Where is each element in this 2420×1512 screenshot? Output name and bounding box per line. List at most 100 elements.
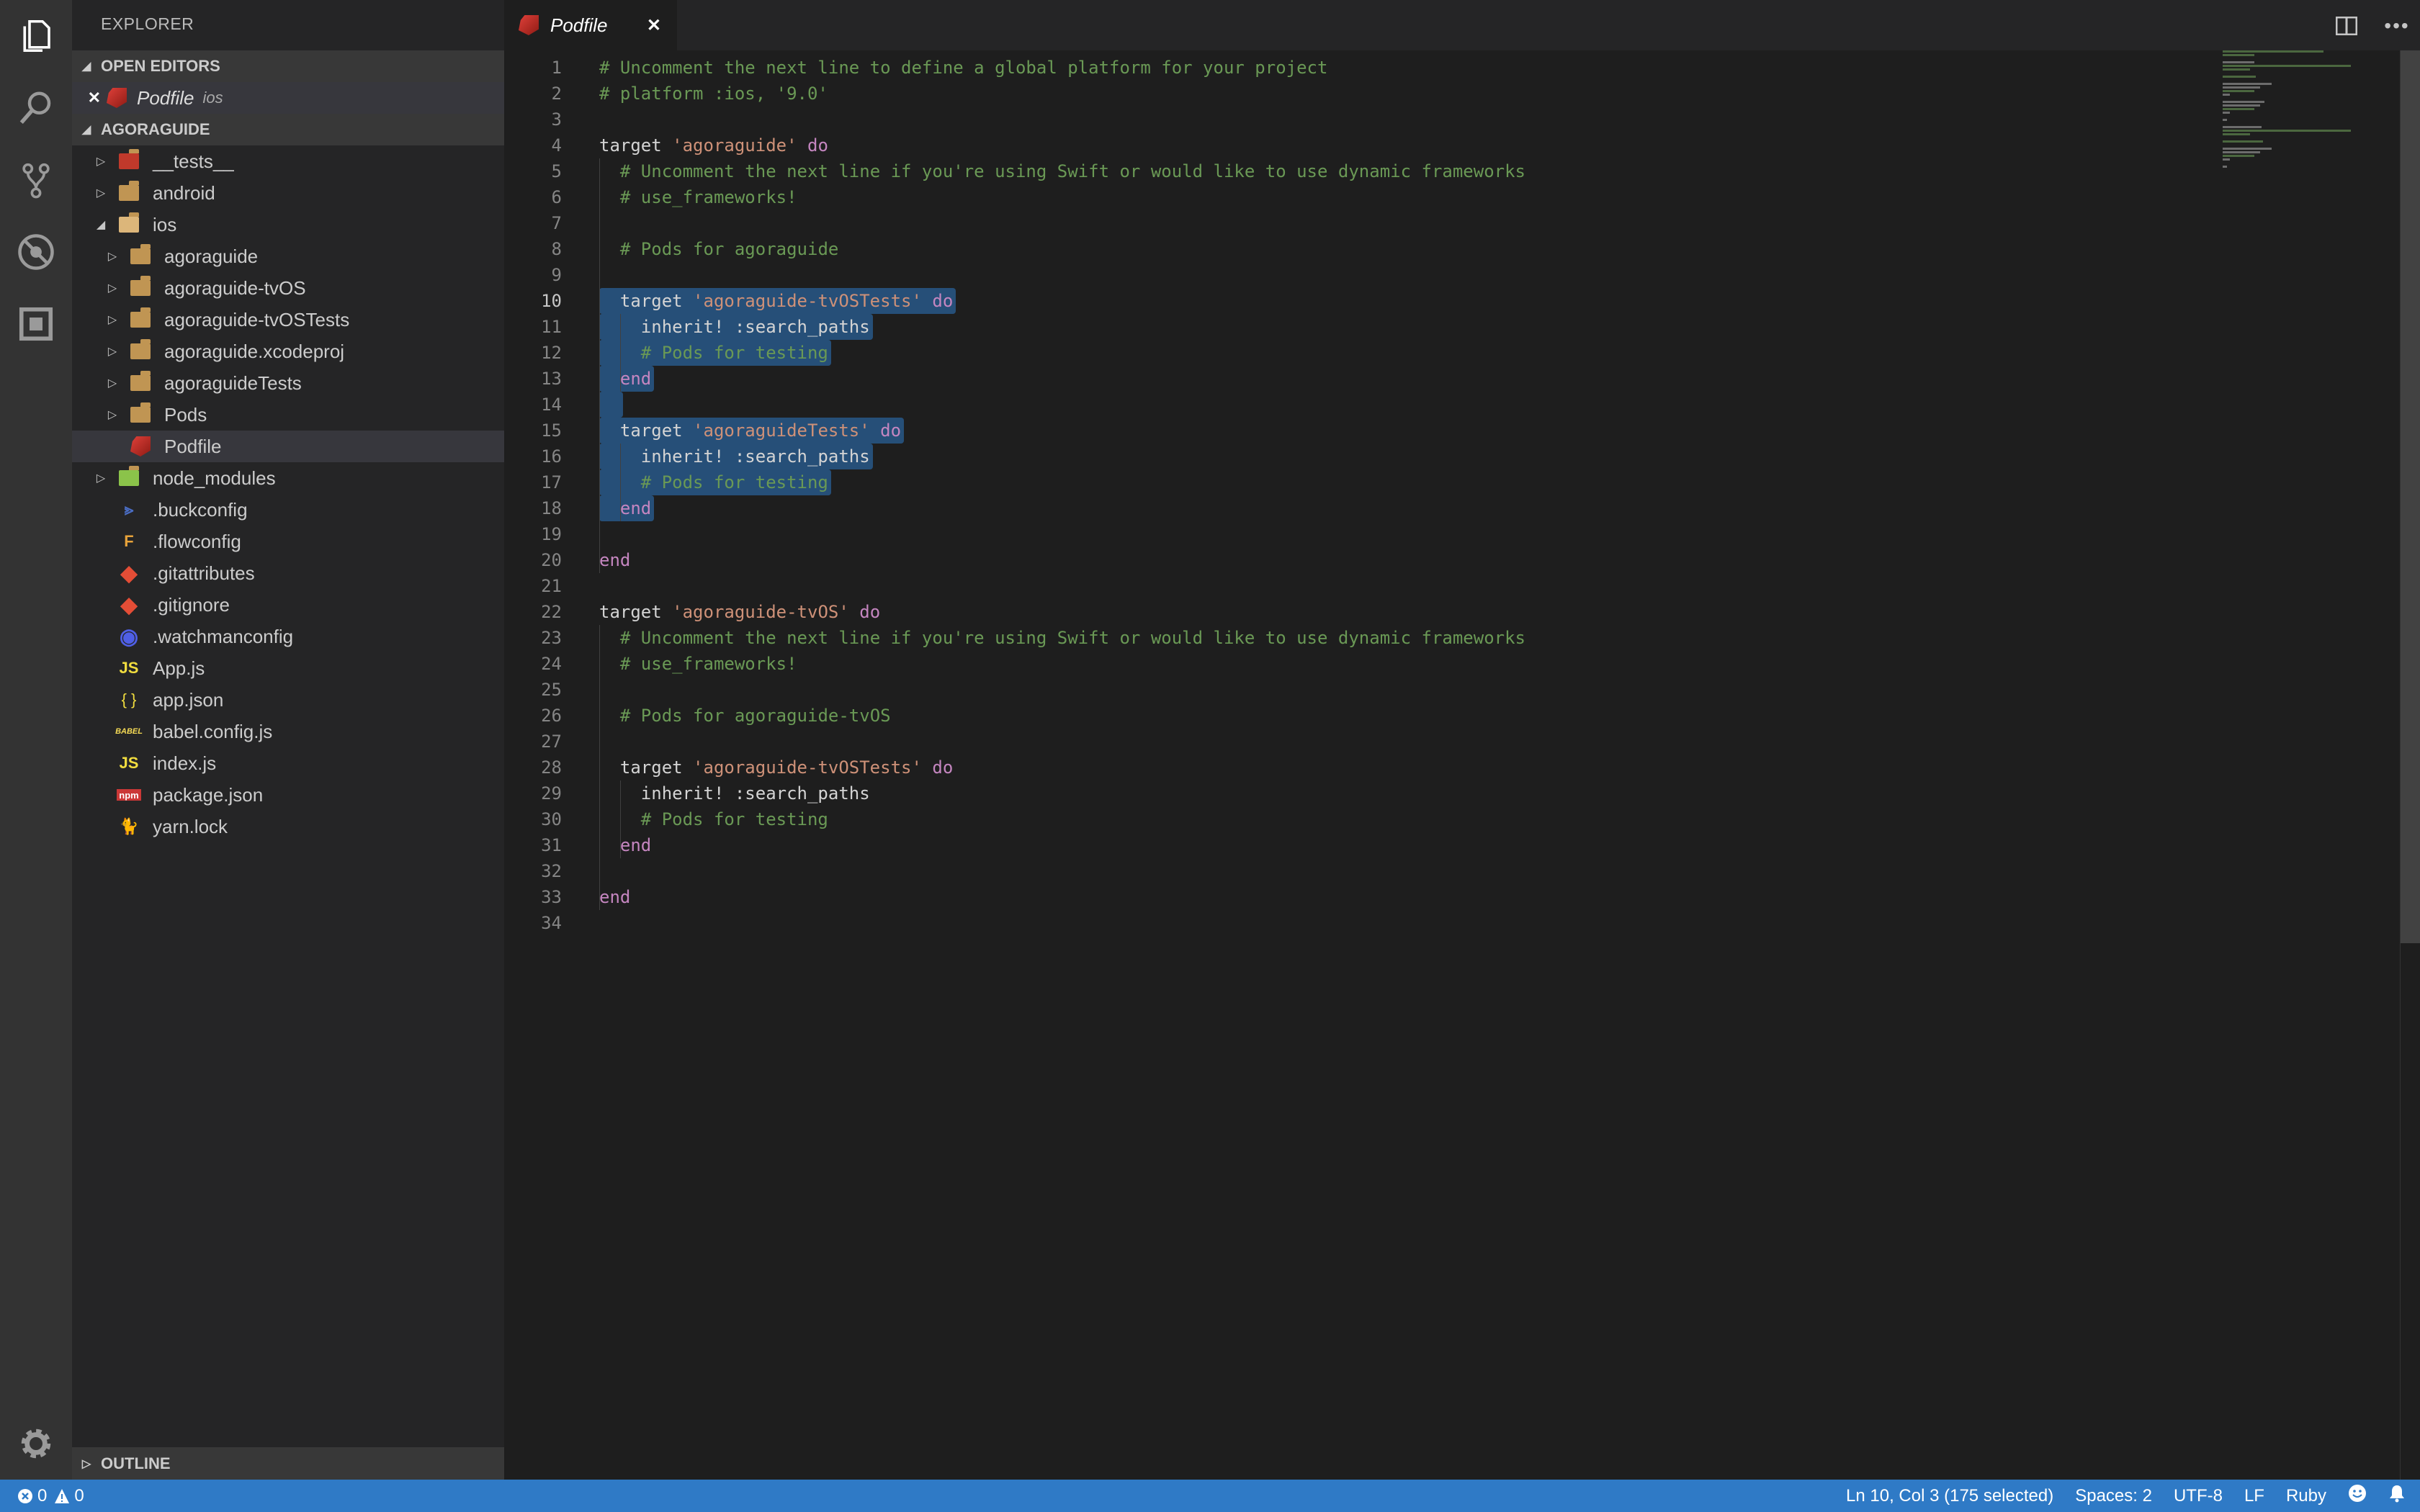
tree-item[interactable]: ◆ .gitattributes	[72, 557, 504, 589]
more-actions-button[interactable]: •••	[2381, 10, 2413, 42]
language-mode[interactable]: Ruby	[2286, 1486, 2326, 1506]
end-of-line[interactable]: LF	[2244, 1486, 2264, 1506]
code-line[interactable]: # Uncomment the next line to define a gl…	[599, 55, 1327, 81]
tree-item[interactable]: Podfile	[72, 431, 504, 462]
code-line[interactable]: target 'agoraguide-tvOSTests' do	[599, 288, 956, 314]
tree-item-label: .flowconfig	[153, 530, 241, 552]
code-line[interactable]	[599, 392, 623, 418]
tree-item[interactable]: ▷ agoraguide-tvOSTests	[72, 304, 504, 336]
line-number: 6	[551, 187, 562, 207]
code-line[interactable]: target 'agoraguide' do	[599, 132, 828, 158]
chevron-right-icon[interactable]: ▷	[105, 408, 120, 422]
buck-file-icon: ⪢	[124, 500, 134, 518]
tree-item[interactable]: ◢ ios	[72, 209, 504, 240]
scrollbar-thumb[interactable]	[2401, 50, 2420, 943]
tree-item[interactable]: BABEL babel.config.js	[72, 716, 504, 747]
activity-explorer[interactable]	[0, 0, 72, 72]
code-token: end	[619, 498, 652, 518]
code-line[interactable]: # Pods for testing	[599, 469, 831, 495]
close-icon[interactable]: ✕	[72, 89, 101, 107]
activity-search[interactable]	[0, 72, 72, 144]
smiley-icon	[2349, 1485, 2366, 1502]
yarn-file-icon: 🐈	[119, 817, 139, 835]
line-number: 9	[551, 265, 562, 285]
chevron-right-icon[interactable]: ▷	[105, 249, 120, 264]
code-line[interactable]: # Uncomment the next line if you're usin…	[599, 625, 1525, 651]
tree-item[interactable]: ▷ agoraguideTests	[72, 367, 504, 399]
encoding[interactable]: UTF-8	[2174, 1486, 2223, 1506]
tree-item[interactable]: 🐈 yarn.lock	[72, 811, 504, 842]
code-line[interactable]: target 'agoraguide-tvOSTests' do	[599, 755, 953, 780]
code-line[interactable]: end	[599, 366, 655, 392]
activity-debug[interactable]	[0, 216, 72, 288]
tree-item[interactable]: ◉ .watchmanconfig	[72, 621, 504, 652]
chevron-right-icon[interactable]: ▷	[105, 376, 120, 390]
line-number: 25	[541, 680, 562, 700]
minimap[interactable]	[2223, 50, 2367, 168]
code-token: do	[880, 420, 902, 441]
code-line[interactable]: end	[599, 495, 655, 521]
code-line[interactable]: # Uncomment the next line if you're usin…	[599, 158, 1525, 184]
project-header[interactable]: ◢ AGORAGUIDE	[72, 114, 504, 145]
split-editor-button[interactable]	[2331, 10, 2362, 42]
code-line[interactable]: # Pods for testing	[599, 340, 831, 366]
tree-item[interactable]: F .flowconfig	[72, 526, 504, 557]
code-line[interactable]: end	[599, 884, 630, 910]
chevron-right-icon[interactable]: ▷	[105, 344, 120, 359]
problems-indicator[interactable]: 0 0	[17, 1486, 84, 1506]
tree-item[interactable]: JS App.js	[72, 652, 504, 684]
git-file-icon: ◆	[120, 561, 138, 585]
tree-item-label: babel.config.js	[153, 720, 273, 742]
feedback-button[interactable]	[2348, 1484, 2367, 1508]
code-line[interactable]: target 'agoraguide-tvOS' do	[599, 599, 880, 625]
chevron-right-icon[interactable]: ▷	[105, 281, 120, 295]
tree-item[interactable]: ▷ agoraguide.xcodeproj	[72, 336, 504, 367]
chevron-right-icon[interactable]: ▷	[94, 471, 108, 485]
cursor-position[interactable]: Ln 10, Col 3 (175 selected)	[1846, 1486, 2053, 1506]
code-line[interactable]: target 'agoraguideTests' do	[599, 418, 905, 444]
code-line[interactable]: # use_frameworks!	[599, 184, 797, 210]
tree-item[interactable]: ▷ Pods	[72, 399, 504, 431]
chevron-right-icon[interactable]: ▷	[94, 154, 108, 168]
tree-item[interactable]: ▷ android	[72, 177, 504, 209]
activity-source-control[interactable]	[0, 144, 72, 216]
chevron-right-icon[interactable]: ▷	[105, 312, 120, 327]
code-line[interactable]: inherit! :search_paths	[599, 780, 870, 806]
tree-item[interactable]: ⪢ .buckconfig	[72, 494, 504, 526]
open-editor-item[interactable]: ✕ Podfile ios	[72, 82, 504, 114]
code-line[interactable]: # platform :ios, '9.0'	[599, 81, 828, 107]
minimap-line	[2223, 140, 2263, 143]
code-line[interactable]: # Pods for agoraguide-tvOS	[599, 703, 891, 729]
indentation[interactable]: Spaces: 2	[2075, 1486, 2152, 1506]
minimap-line	[2223, 151, 2260, 153]
tree-item[interactable]: ▷ agoraguide-tvOS	[72, 272, 504, 304]
tree-item[interactable]: { } app.json	[72, 684, 504, 716]
code-line[interactable]: end	[599, 832, 651, 858]
tree-item-label: app.json	[153, 688, 224, 711]
activity-extensions[interactable]	[0, 288, 72, 360]
chevron-right-icon[interactable]: ▷	[94, 186, 108, 200]
activity-manage[interactable]	[0, 1408, 72, 1480]
chevron-down-icon[interactable]: ◢	[94, 217, 108, 232]
close-icon[interactable]: ✕	[647, 15, 661, 36]
minimap-line	[2223, 90, 2254, 92]
tree-item[interactable]: npm package.json	[72, 779, 504, 811]
notifications-button[interactable]	[2388, 1484, 2406, 1508]
tree-item[interactable]: ▷ node_modules	[72, 462, 504, 494]
open-editors-header[interactable]: ◢ OPEN EDITORS	[72, 50, 504, 82]
outline-header[interactable]: ▷ OUTLINE	[72, 1447, 504, 1480]
code-line[interactable]: # Pods for agoraguide	[599, 236, 838, 262]
code-line[interactable]: # Pods for testing	[599, 806, 828, 832]
code-line[interactable]: inherit! :search_paths	[599, 444, 873, 469]
code-token: 'agoraguideTests'	[693, 420, 870, 441]
tab-podfile[interactable]: Podfile ✕	[504, 0, 677, 50]
tree-item-label: agoraguide-tvOS	[164, 276, 306, 299]
tree-item[interactable]: ▷ __tests__	[72, 145, 504, 177]
code-line[interactable]: end	[599, 547, 630, 573]
tree-item[interactable]: ◆ .gitignore	[72, 589, 504, 621]
code-line[interactable]: # use_frameworks!	[599, 651, 797, 677]
tree-item[interactable]: ▷ agoraguide	[72, 240, 504, 272]
code-line[interactable]: inherit! :search_paths	[599, 314, 873, 340]
code-editor[interactable]: 1 # Uncomment the next line to define a g…	[504, 50, 2400, 1480]
tree-item[interactable]: JS index.js	[72, 747, 504, 779]
